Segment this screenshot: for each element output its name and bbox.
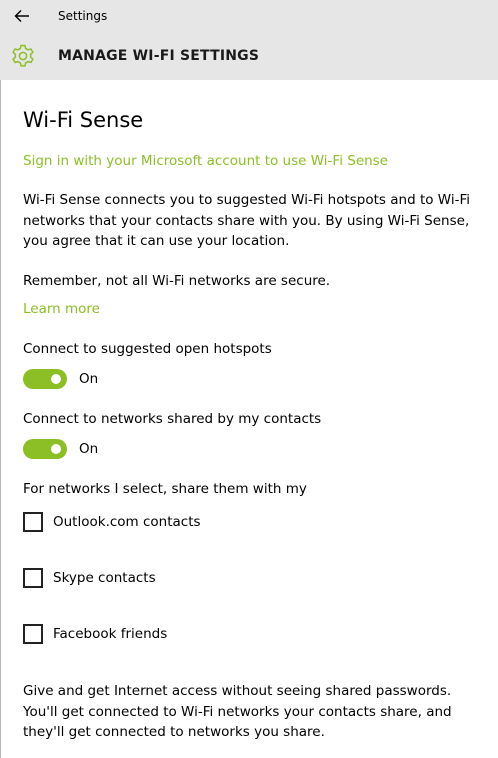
outlook-contacts-checkbox[interactable]	[23, 512, 43, 532]
security-reminder-text: Remember, not all Wi-Fi networks are sec…	[23, 273, 331, 289]
footer-text: Give and get Internet access without see…	[23, 683, 452, 740]
checkbox-label: Skype contacts	[53, 570, 156, 586]
checkbox-row-skype[interactable]: Skype contacts	[23, 568, 156, 588]
checkbox-row-facebook[interactable]: Facebook friends	[23, 624, 167, 644]
title-bar: Settings	[0, 0, 498, 32]
page-header: MANAGE WI-FI SETTINGS	[0, 32, 498, 80]
checkbox-label: Facebook friends	[53, 626, 168, 642]
toggle-label-contacts-networks: Connect to networks shared by my contact…	[23, 411, 322, 427]
app-title: Settings	[58, 9, 108, 23]
section-heading: Wi-Fi Sense	[23, 108, 144, 132]
toggle-knob	[51, 374, 61, 384]
toggle-knob	[51, 444, 61, 454]
skype-contacts-checkbox[interactable]	[23, 568, 43, 588]
gear-icon	[12, 44, 34, 67]
toggle-label-open-hotspots: Connect to suggested open hotspots	[23, 341, 272, 357]
toggle-state-text: On	[79, 371, 99, 387]
checkbox-row-outlook[interactable]: Outlook.com contacts	[23, 512, 201, 532]
toggle-row-open-hotspots: On	[23, 369, 98, 389]
back-arrow-icon	[14, 10, 29, 22]
description-text: Wi-Fi Sense connects you to suggested Wi…	[23, 192, 470, 249]
content-left-border	[0, 80, 1, 758]
contacts-networks-toggle[interactable]	[23, 439, 67, 459]
learn-more-link[interactable]: Learn more	[23, 300, 100, 318]
checkbox-label: Outlook.com contacts	[53, 514, 201, 530]
share-heading: For networks I select, share them with m…	[23, 481, 307, 497]
toggle-state-text: On	[79, 441, 99, 457]
toggle-row-contacts-networks: On	[23, 439, 98, 459]
sign-in-link[interactable]: Sign in with your Microsoft account to u…	[23, 152, 388, 170]
open-hotspots-toggle[interactable]	[23, 369, 67, 389]
back-button[interactable]	[8, 4, 36, 28]
page-title: MANAGE WI-FI SETTINGS	[58, 48, 260, 64]
facebook-friends-checkbox[interactable]	[23, 624, 43, 644]
